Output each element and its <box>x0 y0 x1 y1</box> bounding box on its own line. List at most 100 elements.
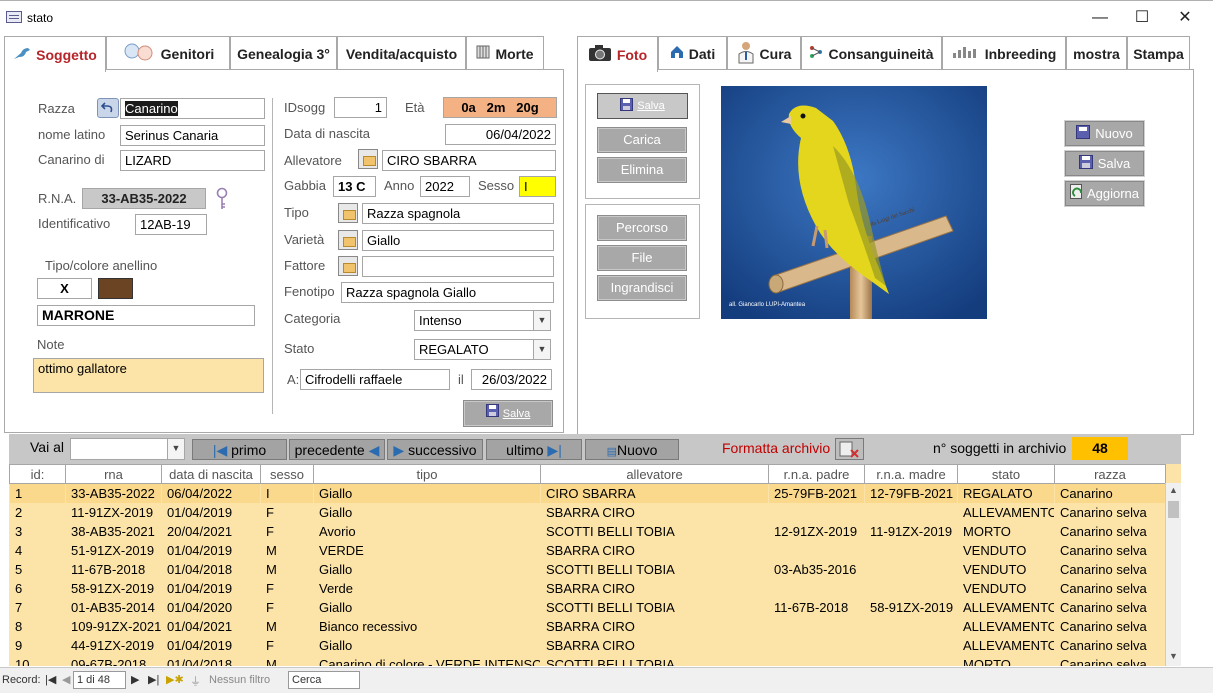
nuovo-side-button[interactable]: Nuovo <box>1064 120 1145 147</box>
table-row[interactable]: 3 38-AB35-2021 20/04/2021 F Avorio SCOTTI BEL… <box>9 521 1166 541</box>
file-button[interactable]: File <box>597 245 687 271</box>
note-field[interactable]: ottimo gallatore <box>33 358 264 393</box>
scrollbar-thumb[interactable] <box>1168 501 1179 518</box>
chevron-down-icon[interactable]: ▼ <box>533 340 550 359</box>
a-field[interactable]: Cifrodelli raffaele <box>300 369 450 390</box>
column-header[interactable]: sesso <box>260 464 314 484</box>
prev-record-icon[interactable]: ◀ <box>62 673 70 686</box>
allevatore-folder-icon[interactable] <box>358 149 378 169</box>
tipo-folder-icon[interactable] <box>338 203 358 223</box>
identificativo-field[interactable]: 12AB-19 <box>135 214 207 235</box>
nome-latino-field[interactable]: Serinus Canaria <box>120 125 265 146</box>
sesso-field[interactable]: I <box>519 176 556 197</box>
chevron-down-icon[interactable]: ▼ <box>167 439 184 459</box>
ingrandisci-button[interactable]: Ingrandisci <box>597 275 687 301</box>
table-row[interactable]: 7 01-AB35-2014 01/04/2020 F Giallo SCOTTI BEL… <box>9 597 1166 617</box>
canarino-di-field[interactable]: LIZARD <box>120 150 265 171</box>
filter-status[interactable]: Nessun filtro <box>209 674 270 686</box>
tab-dati[interactable]: Dati <box>658 36 727 70</box>
anno-field[interactable]: 2022 <box>420 176 470 197</box>
tab-vendita-acquisto[interactable]: Vendita/acquisto <box>337 36 466 70</box>
allevatore-field[interactable]: CIRO SBARRA <box>382 150 556 171</box>
aggiorna-side-button[interactable]: Aggiorna <box>1064 180 1145 207</box>
tab-inbreeding[interactable]: Inbreeding <box>942 36 1066 70</box>
fenotipo-field[interactable]: Razza spagnola Giallo <box>341 282 554 303</box>
varieta-field[interactable]: Giallo <box>362 230 554 251</box>
column-header[interactable]: tipo <box>313 464 541 484</box>
tab-consanguineita[interactable]: Consanguineità <box>801 36 942 70</box>
column-header[interactable]: data di nascita <box>161 464 261 484</box>
scroll-down-icon[interactable]: ▼ <box>1169 651 1178 661</box>
tab-mostra[interactable]: mostra <box>1066 36 1127 70</box>
record-position-field[interactable]: 1 di 48 <box>73 671 126 689</box>
column-header[interactable]: r.n.a. madre <box>864 464 958 484</box>
column-header[interactable]: razza <box>1054 464 1166 484</box>
table-row[interactable]: 9 44-91ZX-2019 01/04/2019 F Giallo SBARRA CIR… <box>9 635 1166 655</box>
tab-foto[interactable]: Foto <box>577 36 658 72</box>
fattore-folder-icon[interactable] <box>338 256 358 276</box>
tipo-field[interactable]: Razza spagnola <box>362 203 554 224</box>
elimina-button[interactable]: Elimina <box>597 157 687 183</box>
column-header[interactable]: r.n.a. padre <box>768 464 865 484</box>
chevron-down-icon[interactable]: ▼ <box>533 311 550 330</box>
ultimo-button[interactable]: ultimo ▶| <box>486 439 582 460</box>
fattore-field[interactable] <box>362 256 554 277</box>
tab-genealogia[interactable]: Genealogia 3° <box>230 36 337 70</box>
column-header[interactable]: stato <box>957 464 1055 484</box>
tab-soggetto[interactable]: Soggetto <box>4 36 106 72</box>
carica-button[interactable]: Carica <box>597 127 687 153</box>
close-button[interactable]: ✕ <box>1165 6 1205 30</box>
successivo-button[interactable]: ▶ successivo <box>387 439 483 460</box>
table-row[interactable]: 6 58-91ZX-2019 01/04/2019 F Verde SBARRA CIRO… <box>9 578 1166 598</box>
primo-button[interactable]: |◀ primo <box>192 439 287 460</box>
gabbia-field[interactable]: 13 C <box>333 176 376 197</box>
formatta-archivio-button[interactable] <box>835 438 864 460</box>
precedente-button[interactable]: precedente ◀ <box>289 439 385 460</box>
anellino-colore-field[interactable]: MARRONE <box>37 305 255 326</box>
table-row[interactable]: 2 11-91ZX-2019 01/04/2019 F Giallo SBARRA CIR… <box>9 502 1166 522</box>
table-cell: 11-67B-2018 <box>768 597 865 617</box>
table-row[interactable]: 8 109-91ZX-2021 01/04/2021 M Bianco recessiv… <box>9 616 1166 636</box>
stato-select[interactable]: REGALATO ▼ <box>414 339 551 360</box>
table-row[interactable]: 5 11-67B-2018 01/04/2018 M Giallo SCOTTI BELL… <box>9 559 1166 579</box>
maximize-button[interactable]: ☐ <box>1122 6 1162 30</box>
minimize-button[interactable]: — <box>1080 6 1120 30</box>
varieta-folder-icon[interactable] <box>338 230 358 250</box>
table-cell <box>864 654 958 666</box>
soggetto-save-button[interactable]: Salva <box>463 400 553 427</box>
rna-field[interactable]: 33-AB35-2022 <box>82 188 206 209</box>
razza-field[interactable]: Canarino <box>120 98 265 119</box>
tab-cura[interactable]: Cura <box>727 36 801 70</box>
idsogg-field[interactable]: 1 <box>334 97 387 118</box>
new-record-icon[interactable]: ▶✱ <box>166 673 184 686</box>
table-row[interactable]: 4 51-91ZX-2019 01/04/2019 M VERDE SBARRA CIRO… <box>9 540 1166 560</box>
undo-icon[interactable] <box>97 98 119 118</box>
last-record-icon[interactable]: ▶| <box>148 673 159 686</box>
nuovo-nav-button[interactable]: ▤Nuovo <box>585 439 679 460</box>
column-header[interactable]: id: <box>9 464 66 484</box>
tab-stampa[interactable]: Stampa <box>1127 36 1190 70</box>
vertical-scrollbar[interactable]: ▲ ▼ <box>1165 483 1181 666</box>
column-header[interactable]: rna <box>65 464 162 484</box>
anellino-color-swatch[interactable] <box>98 278 133 299</box>
vai-al-select[interactable]: ▼ <box>70 438 185 460</box>
anellino-tipo-field[interactable]: X <box>37 278 92 299</box>
table-row[interactable]: 1 33-AB35-2022 06/04/2022 I Giallo CIRO SBARR… <box>9 483 1166 503</box>
search-input[interactable]: Cerca <box>288 671 360 689</box>
categoria-select[interactable]: Intenso ▼ <box>414 310 551 331</box>
table-row[interactable]: 10 09-67B-2018 01/04/2018 M Canarino di colo… <box>9 654 1166 666</box>
salva-side-button[interactable]: Salva <box>1064 150 1145 177</box>
percorso-button[interactable]: Percorso <box>597 215 687 241</box>
tab-morte[interactable]: Morte <box>466 36 544 70</box>
tab-label: Cura <box>759 45 792 62</box>
first-record-icon[interactable]: |◀ <box>45 673 56 686</box>
column-header[interactable]: allevatore <box>540 464 769 484</box>
foto-save-button[interactable]: Salva <box>597 93 688 119</box>
il-field[interactable]: 26/03/2022 <box>471 369 552 390</box>
key-icon[interactable] <box>215 187 229 213</box>
next-record-icon[interactable]: ▶ <box>131 673 139 686</box>
scroll-up-icon[interactable]: ▲ <box>1169 485 1178 495</box>
rna-label: R.N.A. <box>38 191 77 206</box>
tab-genitori[interactable]: Genitori <box>106 36 230 70</box>
data-nascita-field[interactable]: 06/04/2022 <box>445 124 556 145</box>
